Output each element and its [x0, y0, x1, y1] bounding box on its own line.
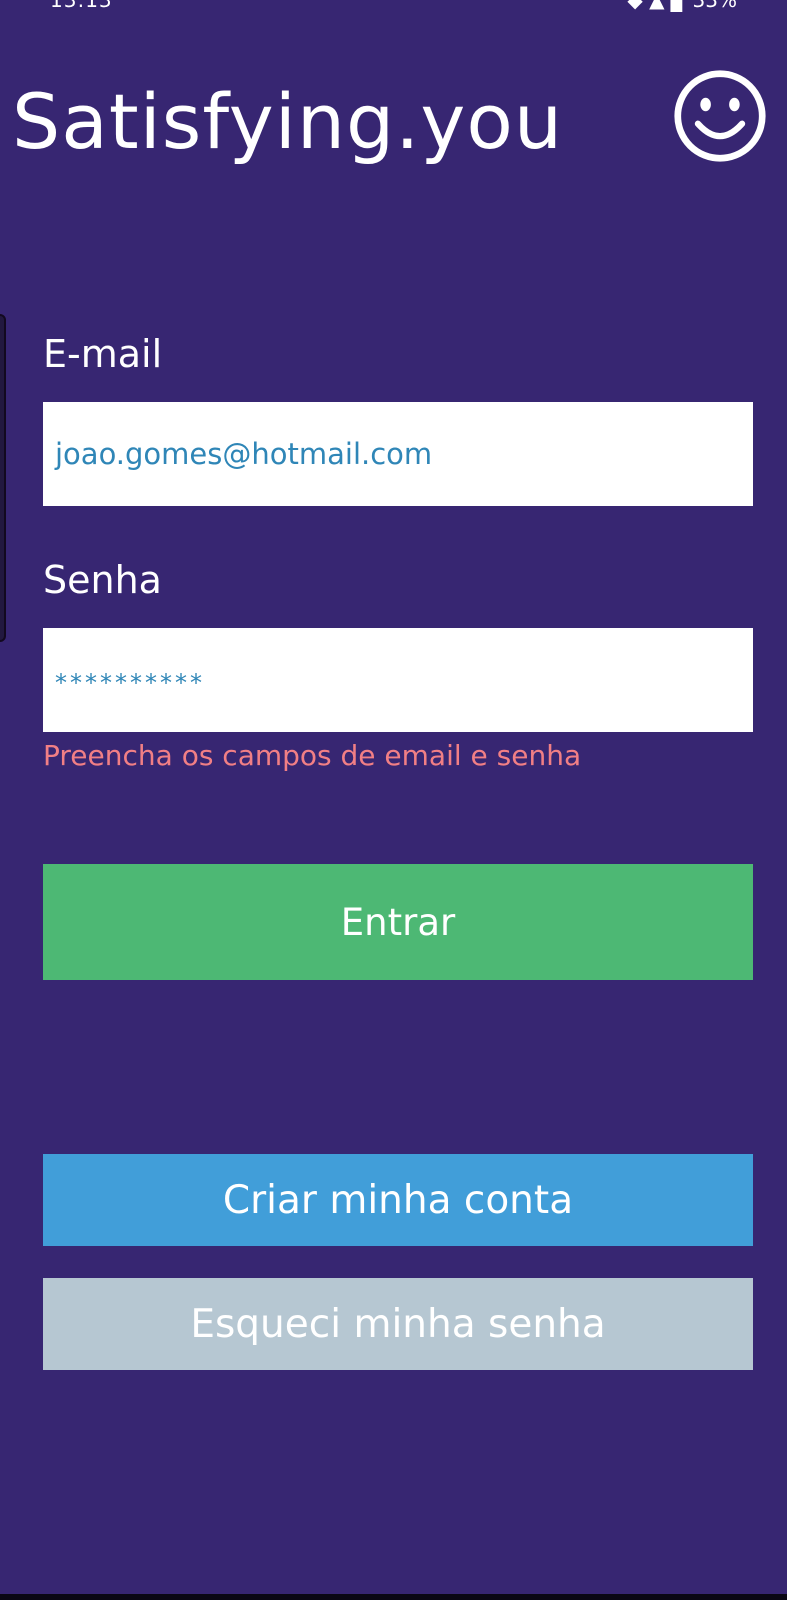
login-button-label: Entrar	[340, 900, 456, 944]
forgot-password-button[interactable]: Esqueci minha senha	[43, 1278, 753, 1370]
status-bar: 13:13 ◆ ▲ ▊ 33%	[0, 0, 787, 14]
status-time: 13:13	[50, 0, 113, 12]
app-title: Satisfying.you	[12, 77, 564, 166]
create-account-button[interactable]: Criar minha conta	[43, 1154, 753, 1246]
password-label: Senha	[43, 558, 162, 602]
email-field[interactable]: joao.gomes@hotmail.com	[43, 402, 753, 506]
password-field-value: **********	[55, 669, 205, 697]
app-header: Satisfying.you	[0, 60, 787, 180]
bottom-navigation-bar	[0, 1594, 787, 1600]
validation-error-message: Preencha os campos de email e senha	[43, 739, 582, 772]
email-field-value: joao.gomes@hotmail.com	[55, 437, 433, 471]
smiley-face-icon	[674, 70, 766, 162]
password-field[interactable]: **********	[43, 628, 753, 732]
status-icons: ◆ ▲ ▊ 33%	[627, 0, 737, 12]
login-button[interactable]: Entrar	[43, 864, 753, 980]
side-drawer-handle[interactable]	[0, 314, 6, 642]
forgot-password-button-label: Esqueci minha senha	[190, 1301, 606, 1347]
create-account-button-label: Criar minha conta	[222, 1177, 574, 1223]
email-label: E-mail	[43, 332, 163, 376]
